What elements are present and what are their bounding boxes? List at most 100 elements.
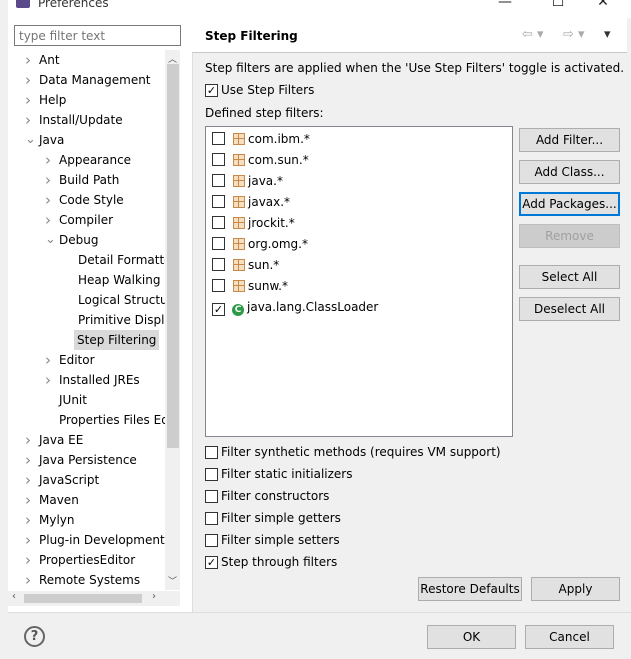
chevron-right-icon[interactable]: › — [45, 173, 57, 188]
chevron-right-icon[interactable]: › — [25, 73, 37, 88]
option-label: Filter simple getters — [221, 511, 341, 525]
filter-checkbox[interactable] — [212, 174, 225, 187]
minimize-button[interactable]: — — [490, 0, 520, 10]
tree-item[interactable]: Java Persistence — [39, 450, 137, 470]
tree-item[interactable]: Install/Update — [39, 110, 123, 130]
filter-checkbox[interactable] — [212, 279, 225, 292]
view-menu-icon[interactable]: ▾ — [604, 27, 611, 42]
tree-item[interactable]: Mylyn — [39, 510, 75, 530]
tree-item[interactable]: Properties Files Editor — [59, 410, 165, 430]
deselect-all-button[interactable]: Deselect All — [519, 297, 620, 321]
tree-item[interactable]: Compiler — [59, 210, 113, 230]
filter-input[interactable] — [14, 25, 181, 46]
chevron-right-icon[interactable]: › — [25, 113, 37, 128]
tree-item[interactable]: Editor — [59, 350, 95, 370]
chevron-right-icon[interactable]: › — [45, 153, 57, 168]
option-checkbox[interactable]: ✓ — [205, 556, 218, 569]
tree-item[interactable]: Logical Structures — [78, 290, 165, 310]
option-checkbox[interactable] — [205, 490, 218, 503]
chevron-right-icon[interactable]: › — [45, 373, 57, 388]
chevron-right-icon[interactable]: › — [25, 553, 37, 568]
tree-item[interactable]: Heap Walking — [78, 270, 160, 290]
add-packages-button[interactable]: Add Packages... — [519, 192, 620, 216]
chevron-right-icon[interactable]: › — [25, 433, 37, 448]
filter-checkbox[interactable] — [212, 132, 225, 145]
tree-item[interactable]: Debug — [59, 230, 98, 250]
tree-item[interactable]: Plug-in Development — [39, 530, 165, 550]
chevron-right-icon[interactable]: › — [25, 453, 37, 468]
tree-item[interactable]: JavaScript — [39, 470, 99, 490]
add-filter-button[interactable]: Add Filter... — [519, 128, 620, 152]
tree-item[interactable]: Code Style — [59, 190, 124, 210]
option-checkbox[interactable] — [205, 534, 218, 547]
filter-checkbox[interactable] — [212, 237, 225, 250]
scroll-left-icon[interactable]: ‹ — [12, 591, 16, 602]
filter-row[interactable]: com.sun.* — [212, 150, 309, 170]
tree-item[interactable]: Java — [39, 130, 64, 150]
tree-item[interactable]: Java EE — [39, 430, 83, 450]
filter-row[interactable]: ✓ Cjava.lang.ClassLoader — [212, 297, 378, 317]
scroll-right-icon[interactable]: › — [152, 591, 156, 602]
add-class-button[interactable]: Add Class... — [519, 160, 620, 184]
package-icon — [233, 175, 245, 187]
tree-scroll-thumb[interactable] — [167, 64, 179, 448]
remove-button[interactable]: Remove — [519, 224, 620, 248]
tree-item[interactable]: PropertiesEditor — [39, 550, 135, 570]
maximize-button[interactable]: ☐ — [543, 0, 573, 10]
tree-item[interactable]: Ant — [39, 50, 60, 70]
select-all-button[interactable]: Select All — [519, 265, 620, 289]
tree-item[interactable]: Build Path — [59, 170, 119, 190]
help-icon[interactable]: ? — [24, 626, 45, 647]
filter-row[interactable]: sunw.* — [212, 276, 288, 296]
scroll-up-icon[interactable]: ︿ — [168, 52, 177, 65]
filter-checkbox[interactable] — [212, 216, 225, 229]
option-checkbox[interactable] — [205, 468, 218, 481]
filter-checkbox[interactable] — [212, 153, 225, 166]
restore-defaults-button[interactable]: Restore Defaults — [418, 577, 522, 601]
tree-item[interactable]: Detail Formatters — [78, 250, 165, 270]
chevron-right-icon[interactable]: › — [45, 213, 57, 228]
filter-row[interactable]: sun.* — [212, 255, 279, 275]
ok-button[interactable]: OK — [427, 625, 516, 649]
tree-item[interactable]: Maven — [39, 490, 79, 510]
tree-item[interactable]: Remote Systems — [39, 570, 140, 590]
tree-item[interactable]: Installed JREs — [59, 370, 140, 390]
back-arrow-icon[interactable]: ⇦ ▾ — [522, 27, 544, 42]
close-button[interactable]: ✕ — [588, 0, 618, 10]
filter-checkbox[interactable] — [212, 195, 225, 208]
filter-row[interactable]: jrockit.* — [212, 213, 295, 233]
tree-item[interactable]: Help — [39, 90, 66, 110]
forward-arrow-icon[interactable]: ⇨ ▾ — [563, 27, 585, 42]
chevron-right-icon[interactable]: › — [25, 573, 37, 588]
tree-item[interactable]: Step Filtering — [74, 330, 160, 350]
chevron-down-icon[interactable]: ⌄ — [25, 133, 37, 146]
filter-row[interactable]: java.* — [212, 171, 283, 191]
filter-checkbox[interactable] — [212, 258, 225, 271]
step-filter-list[interactable]: com.ibm.* com.sun.* java.* javax.* jrockit.*… — [205, 126, 513, 437]
tree-hscroll-thumb[interactable] — [24, 594, 142, 603]
use-step-filters-checkbox[interactable]: ✓ — [205, 84, 218, 97]
option-checkbox[interactable] — [205, 446, 218, 459]
tree-item[interactable]: JUnit — [59, 390, 87, 410]
filter-row[interactable]: org.omg.* — [212, 234, 308, 254]
tree-item[interactable]: Primitive Display Options — [78, 310, 165, 330]
tree-item[interactable]: Data Management — [39, 70, 151, 90]
chevron-right-icon[interactable]: › — [45, 193, 57, 208]
chevron-down-icon[interactable]: ⌄ — [45, 233, 57, 246]
filter-name: javax.* — [248, 195, 291, 209]
chevron-right-icon[interactable]: › — [25, 53, 37, 68]
cancel-button[interactable]: Cancel — [525, 625, 614, 649]
filter-row[interactable]: com.ibm.* — [212, 129, 310, 149]
chevron-right-icon[interactable]: › — [25, 473, 37, 488]
chevron-right-icon[interactable]: › — [25, 493, 37, 508]
filter-checkbox[interactable]: ✓ — [212, 303, 225, 316]
tree-item[interactable]: Appearance — [59, 150, 131, 170]
option-checkbox[interactable] — [205, 512, 218, 525]
chevron-right-icon[interactable]: › — [25, 513, 37, 528]
chevron-right-icon[interactable]: › — [45, 353, 57, 368]
apply-button[interactable]: Apply — [531, 577, 620, 601]
chevron-right-icon[interactable]: › — [25, 533, 37, 548]
chevron-right-icon[interactable]: › — [25, 93, 37, 108]
scroll-down-icon[interactable]: ﹀ — [168, 574, 177, 587]
filter-row[interactable]: javax.* — [212, 192, 290, 212]
